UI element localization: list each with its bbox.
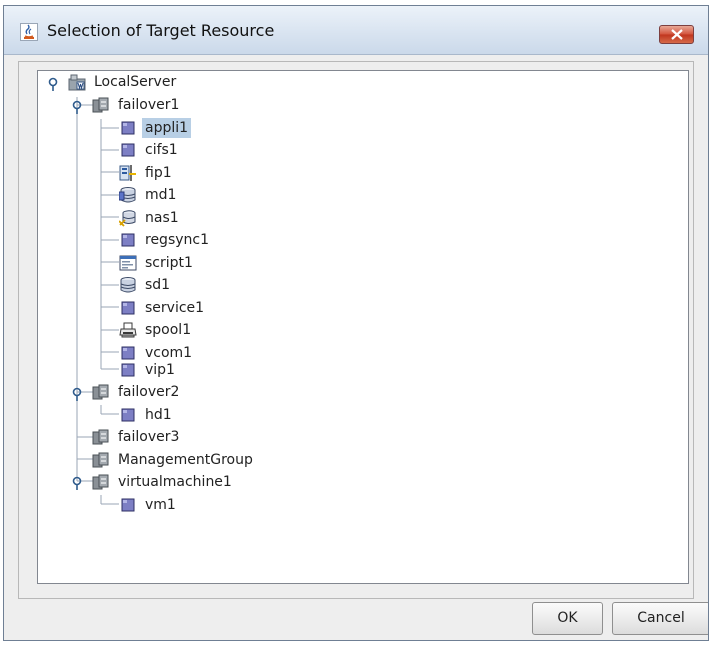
tree-node-failover2[interactable]: failover2 xyxy=(92,382,292,402)
dialog-title: Selection of Target Resource xyxy=(47,21,275,40)
tree-label: service1 xyxy=(145,300,205,316)
tree-node-fip1[interactable]: fip1 xyxy=(119,163,319,183)
cancel-button[interactable]: Cancel xyxy=(612,602,708,635)
group-icon xyxy=(92,96,110,114)
tree-node-cifs1[interactable]: cifs1 xyxy=(119,140,319,160)
tree-label: vm1 xyxy=(145,497,176,513)
fip-icon xyxy=(119,164,137,182)
tree-node-md1[interactable]: md1 xyxy=(118,185,319,205)
resource-icon xyxy=(119,406,137,424)
tree-node-hd1[interactable]: hd1 xyxy=(119,405,319,425)
tree-label: md1 xyxy=(145,187,177,203)
tree-label: failover3 xyxy=(118,429,180,445)
tree-node-script1[interactable]: script1 xyxy=(119,253,319,273)
tree-label: failover2 xyxy=(118,384,180,400)
tree-node-failover1[interactable]: failover1 xyxy=(92,95,292,115)
tree-label: sd1 xyxy=(145,277,171,293)
tree-label: spool1 xyxy=(145,322,192,338)
tree-label: script1 xyxy=(145,255,193,271)
close-icon xyxy=(671,29,683,40)
dialog-window: Selection of Target Resource LocalServer… xyxy=(3,5,709,641)
resource-icon xyxy=(119,119,137,137)
tree-node-virtualmachine1[interactable]: virtualmachine1 xyxy=(92,472,312,492)
printer-icon xyxy=(119,321,137,339)
tree-label: cifs1 xyxy=(145,142,178,158)
tree-node-appli1[interactable]: appli1 xyxy=(119,118,319,138)
resource-icon xyxy=(119,299,137,317)
ok-button[interactable]: OK xyxy=(532,602,603,635)
tree-label: fip1 xyxy=(145,165,172,181)
tree-node-sd1[interactable]: sd1 xyxy=(119,275,319,295)
resource-icon xyxy=(119,361,137,379)
disk-icon xyxy=(119,276,137,294)
resource-icon xyxy=(119,141,137,159)
tree-label: hd1 xyxy=(145,407,172,423)
title-bar[interactable]: Selection of Target Resource xyxy=(4,6,708,55)
resource-tree-panel[interactable]: LocalServer failover1 appli1 cifs1 fip1 … xyxy=(37,70,689,584)
script-icon xyxy=(119,254,137,272)
tree-node-service1[interactable]: service1 xyxy=(119,298,319,318)
tree-label: failover1 xyxy=(118,97,180,113)
resource-tree: LocalServer failover1 appli1 cifs1 fip1 … xyxy=(38,71,688,583)
group-icon xyxy=(92,428,110,446)
tree-label: appli1 xyxy=(142,118,192,138)
close-button[interactable] xyxy=(659,25,694,44)
tree-label: virtualmachine1 xyxy=(118,474,232,490)
tree-label: vip1 xyxy=(145,362,175,378)
tree-node-managementgroup[interactable]: ManagementGroup xyxy=(92,450,312,470)
server-icon xyxy=(68,73,86,91)
tree-node-localserver[interactable]: LocalServer xyxy=(68,72,268,92)
disk-icon xyxy=(118,186,137,204)
tree-label: LocalServer xyxy=(94,74,177,90)
tree-node-vip1[interactable]: vip1 xyxy=(119,360,319,380)
nas-icon xyxy=(118,209,137,227)
tree-node-failover3[interactable]: failover3 xyxy=(92,427,292,447)
tree-node-regsync1[interactable]: regsync1 xyxy=(119,230,319,250)
tree-label: nas1 xyxy=(145,210,179,226)
group-icon xyxy=(92,451,110,469)
tree-node-nas1[interactable]: nas1 xyxy=(118,208,319,228)
java-icon xyxy=(20,23,38,41)
tree-node-spool1[interactable]: spool1 xyxy=(119,320,319,340)
tree-label: regsync1 xyxy=(145,232,210,248)
resource-icon xyxy=(119,231,137,249)
group-icon xyxy=(92,383,110,401)
tree-node-vm1[interactable]: vm1 xyxy=(119,495,319,515)
tree-label: ManagementGroup xyxy=(118,452,253,468)
group-icon xyxy=(92,473,110,491)
resource-icon xyxy=(119,496,137,514)
